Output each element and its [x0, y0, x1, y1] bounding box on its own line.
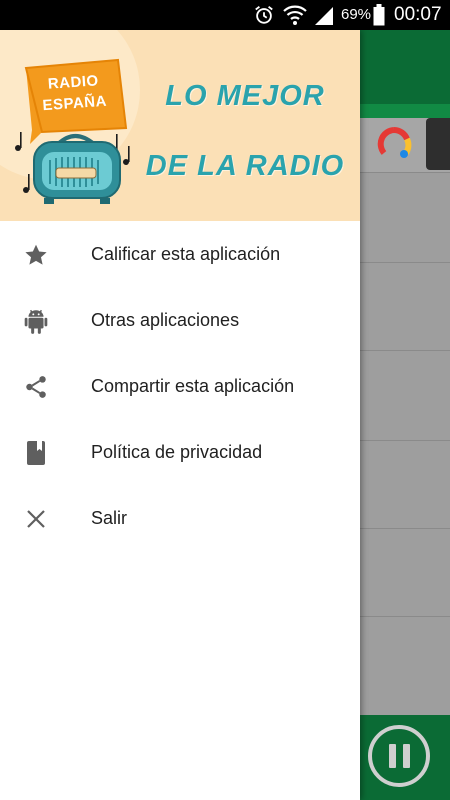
clock: 00:07: [394, 4, 442, 25]
wifi-icon: [282, 0, 308, 30]
menu-item-rate-app[interactable]: Calificar esta aplicación: [0, 221, 360, 287]
list-divider: [360, 440, 450, 441]
list-divider: [360, 616, 450, 617]
share-icon: [22, 373, 50, 401]
header-tagline-line-2: DE LA RADIO: [145, 150, 345, 182]
list-divider: [360, 528, 450, 529]
menu-item-label: Política de privacidad: [91, 442, 263, 462]
battery-icon: [372, 0, 386, 30]
list-divider: [360, 262, 450, 263]
list-divider: [360, 172, 450, 173]
menu-item-privacy-policy[interactable]: Política de privacidad: [0, 419, 360, 485]
drawer-header: RADIO ESPAÑA LO MEJOR DE LA RADIO: [0, 30, 360, 221]
drawer-menu: Calificar esta aplicación Otras aplicaci…: [0, 221, 360, 551]
battery-percent: 69%: [341, 6, 372, 23]
list-divider: [360, 350, 450, 351]
navigation-drawer: RADIO ESPAÑA LO MEJOR DE LA RADIO Califi…: [0, 30, 360, 800]
android-icon: [22, 307, 50, 335]
app-logo-text: RADIO ESPAÑA: [29, 69, 120, 117]
alarm-icon: [252, 0, 276, 30]
menu-item-share-app[interactable]: Compartir esta aplicación: [0, 353, 360, 419]
star-icon: [22, 241, 50, 269]
speaker-grill: [426, 118, 450, 170]
close-icon: [22, 505, 50, 533]
menu-item-label: Otras aplicaciones: [91, 310, 240, 330]
signal-icon: [312, 0, 336, 30]
status-bar: 69% 00:07: [0, 0, 450, 30]
header-tagline-line-1: LO MEJOR: [165, 80, 325, 112]
radio-illustration: [15, 132, 130, 204]
ad-logo-icon: [376, 126, 412, 167]
menu-item-other-apps[interactable]: Otras aplicaciones: [0, 287, 360, 353]
player-bar: [360, 715, 450, 800]
menu-item-label: Salir: [91, 508, 128, 528]
menu-item-label: Compartir esta aplicación: [91, 376, 295, 396]
menu-item-exit[interactable]: Salir: [0, 485, 360, 551]
menu-item-label: Calificar esta aplicación: [91, 244, 281, 264]
pause-icon: [389, 744, 396, 768]
book-icon: [22, 439, 50, 467]
pause-button[interactable]: [368, 725, 430, 787]
ad-banner[interactable]: [360, 118, 450, 172]
